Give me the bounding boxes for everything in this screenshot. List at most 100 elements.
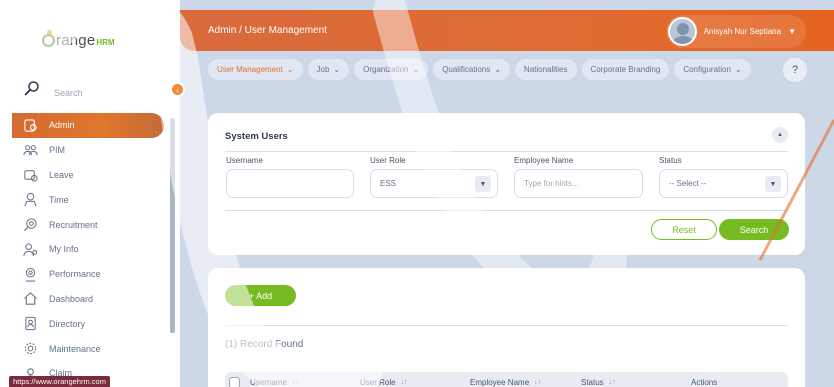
- tab-organization[interactable]: Organization ⌄: [354, 59, 429, 80]
- sidebar-item-my-info[interactable]: My Info: [12, 237, 164, 262]
- sidebar-item-dashboard[interactable]: Dashboard: [12, 287, 164, 312]
- table-header: Username ↓↑ User Role ↓↑ Employee Name ↓↑ S…: [225, 372, 788, 387]
- sidebar-item-performance[interactable]: Performance: [12, 262, 164, 287]
- search-icon: [24, 81, 39, 96]
- sidebar-item-pim[interactable]: PIM: [12, 138, 164, 163]
- column-username[interactable]: Username ↓↑: [250, 378, 360, 387]
- brand-name: range: [56, 32, 96, 49]
- tab-label: Qualifications: [442, 65, 491, 74]
- tab-label: User Management: [217, 65, 283, 74]
- tab-nationalities[interactable]: Nationalities: [514, 59, 577, 80]
- help-button[interactable]: ?: [783, 58, 807, 82]
- divider: [225, 151, 788, 152]
- column-actions: Actions: [691, 378, 717, 387]
- sidebar: range HRM Search Admin PIM Leave Time Re…: [0, 0, 180, 387]
- my-info-icon: [23, 243, 38, 256]
- caret-down-icon: ▼: [765, 176, 781, 192]
- sidebar-scrollbar[interactable]: [170, 118, 175, 333]
- admin-tabs: User Management ⌄ Job ⌄ Organization ⌄ Qual…: [208, 59, 751, 80]
- sidebar-search[interactable]: Search: [24, 80, 83, 98]
- tab-corporate-branding[interactable]: Corporate Branding: [581, 59, 670, 80]
- sidebar-item-label: Recruitment: [49, 219, 98, 230]
- sidebar-item-recruitment[interactable]: Recruitment: [12, 212, 164, 237]
- user-role-label: User Role: [370, 156, 406, 165]
- top-header: Admin / User Management Anisyah Nur Sept…: [180, 10, 834, 51]
- sidebar-item-admin[interactable]: Admin: [12, 113, 164, 138]
- system-users-filter: System Users ▲ Username User Role ESS ▼ …: [208, 113, 805, 255]
- chevron-left-icon: ‹: [176, 84, 179, 95]
- caret-down-icon: ▼: [475, 176, 491, 192]
- sidebar-item-directory[interactable]: Directory: [12, 311, 164, 336]
- tab-label: Nationalities: [523, 65, 568, 74]
- sidebar-item-label: Time: [49, 194, 69, 205]
- sidebar-item-label: Dashboard: [49, 293, 94, 304]
- sidebar-item-maintenance[interactable]: Maintenance: [12, 336, 164, 361]
- user-role-value: ESS: [380, 179, 397, 188]
- sidebar-collapse-button[interactable]: ‹: [170, 82, 185, 97]
- username-label: Username: [226, 156, 263, 165]
- column-user-role[interactable]: User Role ↓↑: [360, 378, 470, 387]
- leave-icon: [24, 170, 38, 183]
- sidebar-item-label: My Info: [49, 244, 79, 255]
- maintenance-icon: [24, 342, 37, 355]
- collapse-filter-button[interactable]: ▲: [772, 127, 788, 143]
- user-menu[interactable]: Anisyah Nur Septiana ▼: [665, 15, 806, 48]
- help-icon: ?: [791, 64, 799, 76]
- employee-name-placeholder: Type for hints...: [524, 179, 579, 188]
- sidebar-search-input[interactable]: Search: [54, 88, 83, 98]
- column-label: User Role: [360, 377, 396, 387]
- sidebar-item-label: Performance: [49, 269, 101, 280]
- sort-icon[interactable]: ↓↑: [609, 379, 616, 386]
- sidebar-item-label: Maintenance: [49, 343, 101, 354]
- caret-up-icon: ▲: [777, 132, 783, 138]
- select-all-checkbox[interactable]: [229, 376, 240, 387]
- pim-icon: [23, 144, 38, 155]
- chevron-down-icon: ⌄: [333, 65, 341, 74]
- tab-label: Job: [316, 65, 330, 74]
- column-label: Actions: [691, 377, 718, 387]
- sidebar-item-label: Leave: [49, 169, 74, 180]
- column-label: Employee Name: [470, 377, 530, 387]
- sort-icon[interactable]: ↓↑: [292, 379, 299, 386]
- employee-name-input[interactable]: Type for hints...: [514, 169, 643, 198]
- admin-icon: [24, 119, 37, 132]
- tab-configuration[interactable]: Configuration ⌄: [674, 59, 751, 80]
- tab-qualifications[interactable]: Qualifications ⌄: [433, 59, 510, 80]
- performance-icon: [25, 267, 36, 282]
- sidebar-item-leave[interactable]: Leave: [12, 163, 164, 188]
- brand-logo[interactable]: range HRM: [42, 30, 115, 54]
- search-button[interactable]: Search: [719, 219, 789, 240]
- user-role-select[interactable]: ESS ▼: [370, 169, 498, 198]
- user-name: Anisyah Nur Septiana: [703, 27, 782, 36]
- chevron-down-icon: ⌄: [734, 65, 742, 74]
- record-count: (1) Record Found: [225, 339, 304, 350]
- status-bar-url: https://www.orangehrm.com: [9, 376, 110, 387]
- sidebar-item-time[interactable]: Time: [12, 187, 164, 212]
- column-label: Status: [581, 377, 604, 387]
- sort-icon[interactable]: ↓↑: [534, 379, 541, 386]
- tab-user-management[interactable]: User Management ⌄: [208, 59, 303, 80]
- sidebar-item-label: Directory: [49, 318, 86, 329]
- breadcrumb: Admin / User Management: [208, 25, 327, 36]
- chevron-down-icon: ⌄: [494, 65, 501, 74]
- sidebar-menu: Admin PIM Leave Time Recruitment My Info…: [12, 113, 164, 386]
- sort-icon[interactable]: ↓↑: [401, 379, 408, 386]
- logo-o-icon: [42, 30, 55, 47]
- dashboard-icon: [24, 292, 37, 306]
- column-status[interactable]: Status ↓↑: [581, 378, 691, 387]
- users-results: + Add (1) Record Found Username ↓↑ User R…: [208, 268, 805, 387]
- status-value: -- Select --: [669, 179, 707, 188]
- time-icon: [24, 193, 37, 207]
- add-user-button[interactable]: + Add: [225, 285, 296, 306]
- sidebar-item-label: Admin: [49, 120, 75, 131]
- sidebar-item-label: PIM: [49, 145, 66, 156]
- status-label: Status: [659, 156, 682, 165]
- chevron-down-icon: ⌄: [286, 65, 294, 74]
- avatar: [667, 17, 697, 46]
- reset-button[interactable]: Reset: [651, 219, 717, 240]
- column-employee-name[interactable]: Employee Name ↓↑: [470, 378, 581, 387]
- tab-label: Configuration: [683, 65, 731, 74]
- username-input[interactable]: [226, 169, 354, 198]
- status-select[interactable]: -- Select -- ▼: [659, 169, 788, 198]
- tab-job[interactable]: Job ⌄: [307, 59, 350, 80]
